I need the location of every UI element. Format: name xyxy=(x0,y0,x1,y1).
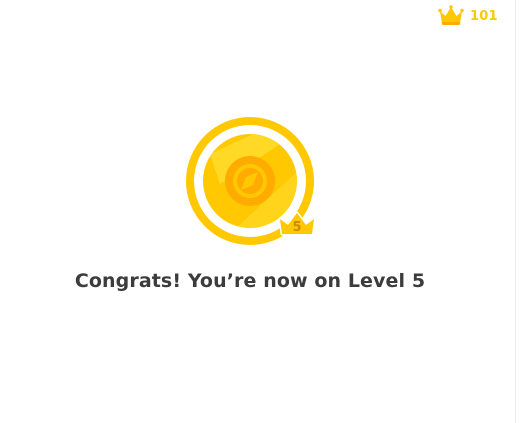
compass-icon xyxy=(225,156,275,206)
window-edge xyxy=(515,0,516,423)
level-badge: 5 xyxy=(180,114,324,250)
crown-count: 101 xyxy=(470,8,498,24)
level-number: 5 xyxy=(292,220,301,235)
crown-icon xyxy=(438,5,464,27)
crown-counter[interactable]: 101 xyxy=(438,4,498,28)
congrats-message: Congrats! You’re now on Level 5 xyxy=(74,270,426,292)
